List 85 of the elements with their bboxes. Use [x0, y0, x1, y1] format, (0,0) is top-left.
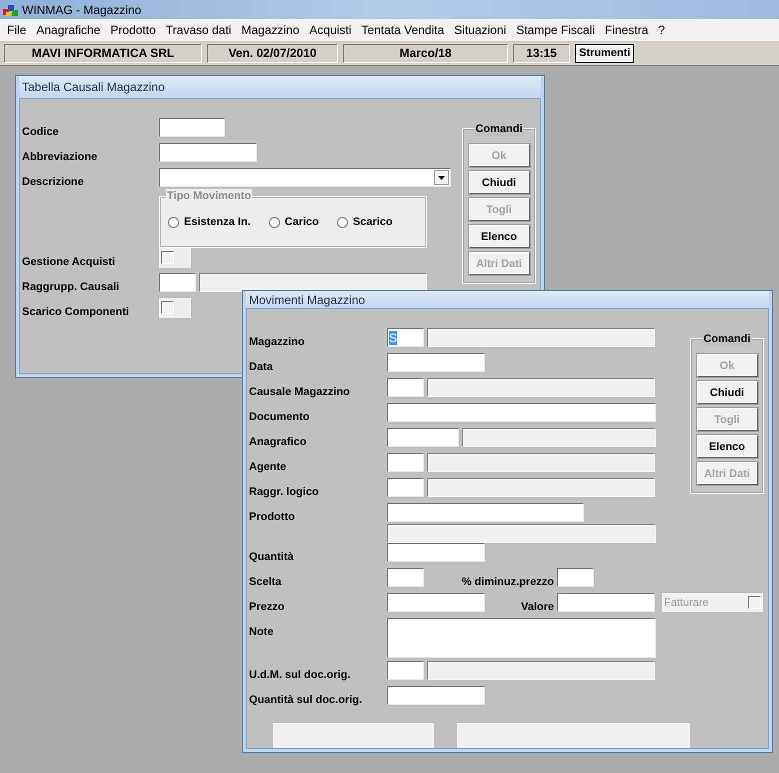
info-cell: MAVI INFORMATICA SRL	[4, 44, 202, 62]
input-field[interactable]	[387, 353, 485, 372]
menu-item[interactable]: File	[2, 23, 32, 37]
field-label: Raggrupp. Causali	[22, 281, 120, 293]
field-label: Valore	[520, 601, 554, 613]
field-label: Note	[249, 626, 274, 638]
radio-icon	[336, 216, 348, 228]
input-field[interactable]	[159, 118, 225, 137]
dialog-title: Movimenti Magazzino	[249, 292, 366, 306]
field-label: Prodotto	[249, 511, 295, 523]
input-field[interactable]	[387, 428, 459, 447]
field-label: Magazzino	[249, 336, 305, 348]
input-field[interactable]	[387, 543, 485, 562]
dropdown-field[interactable]	[159, 168, 451, 187]
dialog-title: Tabella Causali Magazzino	[22, 80, 165, 94]
menu-item[interactable]: Finestra	[600, 23, 654, 37]
field-label: Descrizione	[22, 176, 84, 188]
input-field[interactable]	[159, 273, 196, 292]
input-field[interactable]	[387, 403, 656, 422]
field-label: Documento	[249, 411, 310, 423]
group-title: Comandi	[702, 332, 752, 346]
menu-item[interactable]: Tentata Vendita	[356, 23, 450, 37]
input-field[interactable]	[557, 593, 655, 612]
info-cell: Ven. 02/07/2010	[207, 44, 338, 62]
field-label: Scelta	[249, 576, 282, 588]
field-label: Codice	[22, 126, 59, 138]
input-field[interactable]	[427, 378, 655, 397]
radio-icon	[168, 216, 179, 228]
toolbar-button[interactable]: Strumenti	[575, 44, 634, 62]
app-icon	[3, 2, 18, 16]
input-field[interactable]	[387, 378, 424, 397]
window-title: WINMAG - Magazzino	[22, 2, 142, 16]
note-field[interactable]	[387, 618, 656, 658]
menu-item[interactable]: ?	[653, 23, 670, 37]
menu-item[interactable]: Magazzino	[236, 23, 304, 37]
menu-item[interactable]: Acquisti	[304, 23, 356, 37]
radio-icon	[268, 216, 280, 228]
field-label: Scarico Componenti	[22, 306, 129, 318]
menu-item[interactable]: Anagrafiche	[31, 23, 106, 37]
input-field[interactable]	[387, 524, 656, 543]
menu-item[interactable]: Situazioni	[449, 23, 512, 37]
field-label: Abbreviazione	[22, 151, 98, 163]
field-value: S	[389, 330, 398, 344]
command-button[interactable]: Chiudi	[468, 171, 530, 194]
field-label: U.d.M. sul doc.orig.	[249, 669, 350, 681]
menu-item[interactable]: Prodotto	[105, 23, 161, 37]
checkbox[interactable]	[161, 301, 174, 314]
radio-option[interactable]: Carico	[268, 215, 319, 229]
field-label: Anagrafico	[249, 436, 306, 448]
input-field[interactable]	[387, 503, 584, 522]
field-label: % diminuz.prezzo	[462, 576, 554, 588]
input-field[interactable]	[387, 661, 424, 680]
input-field[interactable]	[199, 273, 427, 292]
input-field[interactable]	[427, 478, 655, 497]
group-title: Tipo Movimento	[166, 189, 252, 203]
command-button[interactable]: Elenco	[468, 225, 530, 248]
info-cell: 13:15	[513, 44, 570, 62]
field-label: Raggr. logico	[249, 486, 319, 498]
input-field[interactable]	[427, 328, 655, 347]
input-field[interactable]	[462, 428, 656, 447]
input-field[interactable]	[427, 453, 655, 472]
field-label: Quantità sul doc.orig.	[249, 694, 362, 706]
group-title: Comandi	[474, 122, 524, 136]
checkbox[interactable]	[161, 251, 174, 264]
input-field[interactable]	[387, 478, 424, 497]
input-field[interactable]	[387, 453, 424, 472]
command-button[interactable]: Chiudi	[696, 381, 758, 404]
input-field[interactable]	[387, 686, 485, 705]
radio-option[interactable]: Scarico	[336, 215, 393, 229]
info-cell: Marco/18	[343, 44, 508, 62]
menu-item[interactable]: Stampe Fiscali	[511, 23, 600, 37]
menu-item[interactable]: Travaso dati	[160, 23, 236, 37]
input-field[interactable]	[159, 143, 257, 162]
field-label: Prezzo	[249, 601, 284, 613]
field-label: Quantità	[249, 551, 294, 563]
field-label: Data	[249, 361, 273, 373]
field-label: Gestione Acquisti	[22, 256, 116, 268]
input-field[interactable]	[387, 568, 424, 587]
radio-option[interactable]: Esistenza In.	[168, 215, 251, 229]
command-button[interactable]: Elenco	[696, 435, 758, 458]
input-field[interactable]	[387, 593, 485, 612]
input-field[interactable]	[427, 661, 655, 680]
field-label: Causale Magazzino	[249, 386, 350, 398]
field-label: Agente	[249, 461, 286, 473]
input-field[interactable]	[557, 568, 594, 587]
